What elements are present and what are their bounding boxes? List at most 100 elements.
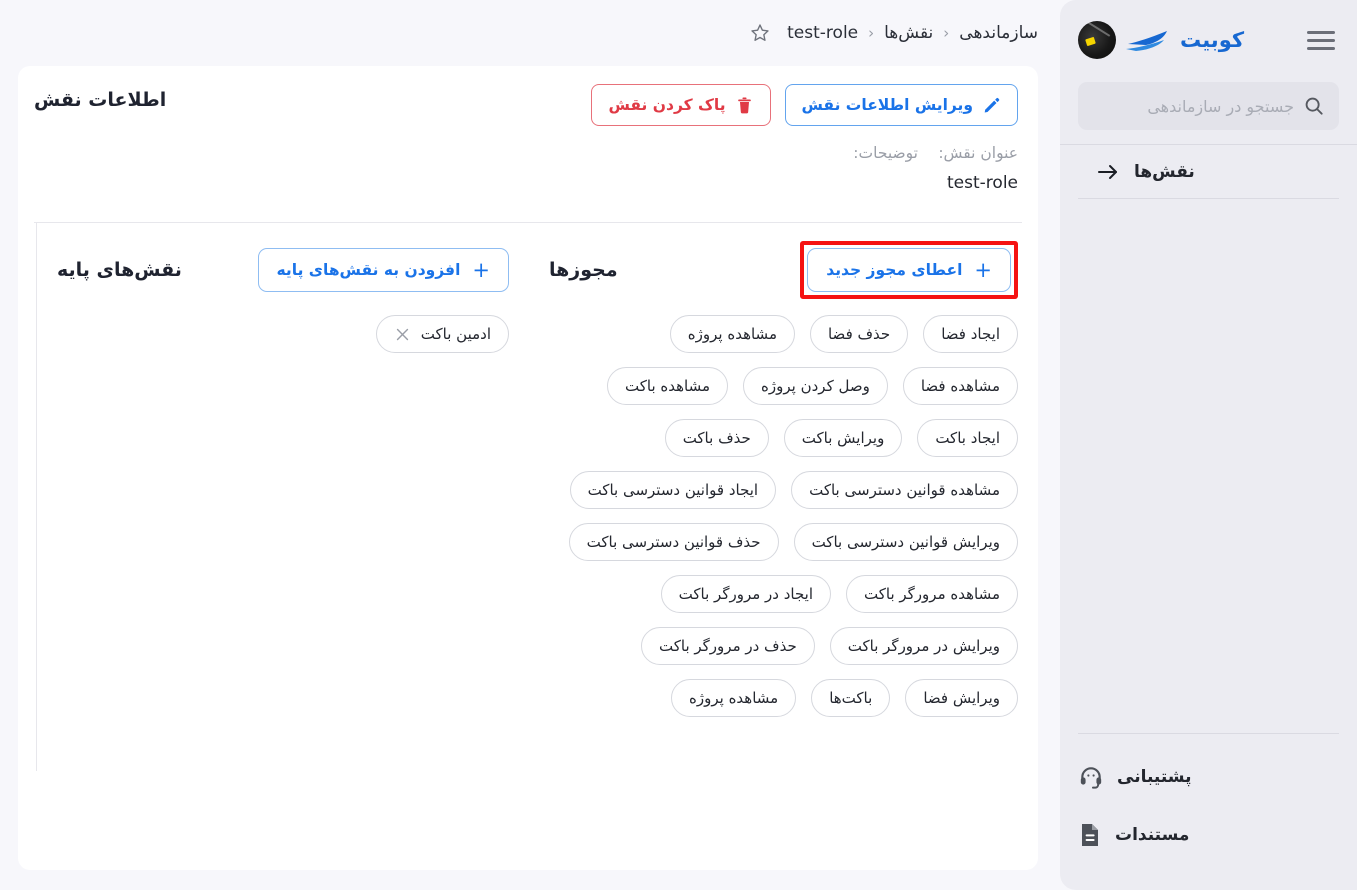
sidebar-footer: پشتیبانی مستندات: [1078, 733, 1339, 890]
sidebar-item-label: نقش‌ها: [1134, 161, 1195, 182]
headset-support-icon: [1080, 767, 1102, 789]
permission-chip-label: مشاهده فضا: [920, 377, 1000, 395]
sidebar-nav: نقش‌ها: [1060, 144, 1357, 199]
permission-chip[interactable]: حذف فضا: [809, 315, 909, 353]
sidebar-item-label: مستندات: [1115, 825, 1190, 845]
search-box[interactable]: [1078, 82, 1339, 130]
permission-chip-label: مشاهده پروژه: [689, 689, 779, 707]
permissions-header: + اعطای مجوز جدید مجوزها: [543, 239, 1024, 301]
permission-chip[interactable]: ویرایش فضا: [905, 679, 1018, 717]
brand[interactable]: کوبیت: [1078, 21, 1244, 59]
add-permission-button[interactable]: + اعطای مجوز جدید: [807, 248, 1011, 292]
edit-role-button[interactable]: ویرایش اطلاعات نقش: [784, 84, 1018, 126]
permission-chip[interactable]: حذف در مرورگر باکت: [641, 627, 815, 665]
permission-chip[interactable]: وصل کردن پروژه: [743, 367, 888, 405]
plus-icon: +: [472, 257, 490, 282]
permission-chip-label: ایجاد قوانین دسترسی باکت: [587, 481, 759, 499]
permission-chip-label: حذف فضا: [827, 325, 891, 343]
permission-chip[interactable]: ایجاد در مرورگر باکت: [660, 575, 831, 613]
breadcrumb-item-current[interactable]: test-role: [787, 23, 858, 43]
permission-chip[interactable]: مشاهده قوانین دسترسی باکت: [791, 471, 1018, 509]
permission-chip[interactable]: مشاهده باکت: [607, 367, 729, 405]
role-actions: ویرایش اطلاعات نقش پاک کردن نقش: [591, 84, 1018, 126]
breadcrumb-separator: ‹: [868, 24, 875, 42]
permission-chip-label: ویرایش فضا: [923, 689, 1000, 707]
hamburger-line: [1307, 30, 1335, 34]
permission-chip[interactable]: مشاهده پروژه: [669, 315, 795, 353]
breadcrumb-separator: ‹: [943, 24, 950, 42]
permission-chip-label: ایجاد فضا: [941, 325, 1000, 343]
sidebar-item-roles[interactable]: نقش‌ها: [1078, 145, 1339, 199]
main-content: سازماندهی ‹ نقش‌ها ‹ test-role ویرایش اط…: [0, 0, 1060, 890]
permission-chip[interactable]: ویرایش در مرورگر باکت: [829, 627, 1018, 665]
permission-chip[interactable]: ایجاد فضا: [923, 315, 1018, 353]
base-role-chip-list: ادمین باکت: [51, 301, 515, 353]
role-info-title: اطلاعات نقش: [34, 89, 167, 111]
plus-icon: +: [974, 257, 992, 282]
permission-chip-label: مشاهده پروژه: [687, 325, 777, 343]
add-base-role-button[interactable]: + افزودن به نقش‌های پایه: [257, 248, 509, 292]
add-permission-label: اعطای مجوز جدید: [826, 261, 963, 279]
permission-chip[interactable]: باکت‌ها: [811, 679, 891, 717]
delete-role-label: پاک کردن نقش: [608, 96, 726, 114]
edit-role-label: ویرایش اطلاعات نقش: [801, 96, 973, 114]
breadcrumb-item-roles[interactable]: نقش‌ها: [884, 23, 933, 43]
pencil-icon: [984, 97, 1000, 112]
base-roles-header: + افزودن به نقش‌های پایه نقش‌های پایه: [51, 239, 515, 301]
hamburger-line: [1307, 38, 1335, 42]
permission-chip[interactable]: ویرایش باکت: [783, 419, 903, 457]
trash-icon: [737, 97, 751, 113]
role-sections: + اعطای مجوز جدید مجوزها ایجاد فضا حذف فض…: [18, 223, 1038, 771]
highlight-annotation: + اعطای مجوز جدید: [800, 241, 1018, 299]
star-outline-icon[interactable]: [749, 22, 771, 44]
document-icon: [1082, 824, 1098, 846]
sidebar-item-docs[interactable]: مستندات: [1078, 806, 1339, 864]
base-role-chip[interactable]: ادمین باکت: [375, 315, 509, 353]
permission-chip-label: وصل کردن پروژه: [761, 377, 870, 395]
permission-chip-label: ویرایش قوانین دسترسی باکت: [811, 533, 1000, 551]
delete-role-button[interactable]: پاک کردن نقش: [591, 84, 771, 126]
permission-chip-label: مشاهده قوانین دسترسی باکت: [809, 481, 1000, 499]
permission-chip-label: ویرایش در مرورگر باکت: [847, 637, 1000, 655]
arrow-right-icon: [1098, 164, 1117, 179]
permission-chip[interactable]: ایجاد باکت: [917, 419, 1018, 457]
base-role-chip-label: ادمین باکت: [420, 325, 491, 343]
permission-chip-list: ایجاد فضا حذف فضا مشاهده پروژه مشاهده فضا وص…: [543, 301, 1024, 717]
brand-name: کوبیت: [1180, 28, 1245, 52]
sidebar-item-support[interactable]: پشتیبانی: [1078, 748, 1339, 806]
role-title-label: عنوان نقش:: [938, 144, 1018, 162]
permission-chip-label: ویرایش باکت: [801, 429, 885, 447]
sidebar-item-label: پشتیبانی: [1117, 767, 1192, 787]
permission-chip[interactable]: ویرایش قوانین دسترسی باکت: [793, 523, 1018, 561]
close-x-icon[interactable]: [394, 326, 411, 343]
role-detail-card: ویرایش اطلاعات نقش پاک کردن نقش اطلاعات …: [18, 66, 1038, 870]
permission-chip[interactable]: ایجاد قوانین دسترسی باکت: [569, 471, 777, 509]
permission-chip[interactable]: مشاهده مرورگر باکت: [846, 575, 1018, 613]
avatar[interactable]: [1078, 21, 1116, 59]
base-roles-section: + افزودن به نقش‌های پایه نقش‌های پایه اد…: [36, 223, 529, 771]
permission-chip[interactable]: حذف باکت: [664, 419, 769, 457]
hamburger-line: [1307, 46, 1335, 50]
permissions-title: مجوزها: [549, 259, 618, 281]
boat-logo-icon: [1126, 31, 1167, 51]
permission-chip[interactable]: حذف قوانین دسترسی باکت: [568, 523, 779, 561]
permission-chip-label: حذف قوانین دسترسی باکت: [586, 533, 761, 551]
sidebar: کوبیت نقش‌ها پشتیبانی: [1060, 0, 1357, 890]
permission-chip[interactable]: مشاهده پروژه: [671, 679, 797, 717]
breadcrumb: سازماندهی ‹ نقش‌ها ‹ test-role: [0, 0, 1060, 66]
sidebar-header: کوبیت: [1060, 0, 1357, 70]
role-title-value: test-role: [947, 173, 1018, 193]
permission-chip[interactable]: مشاهده فضا: [902, 367, 1018, 405]
permission-chip-label: ایجاد در مرورگر باکت: [678, 585, 813, 603]
breadcrumb-item-organization[interactable]: سازماندهی: [959, 23, 1038, 43]
permission-chip-label: حذف در مرورگر باکت: [659, 637, 797, 655]
permission-chip-label: حذف باکت: [682, 429, 751, 447]
hamburger-menu-icon[interactable]: [1307, 27, 1335, 54]
add-base-role-label: افزودن به نقش‌های پایه: [276, 261, 461, 279]
base-roles-title: نقش‌های پایه: [57, 259, 182, 281]
search-input[interactable]: [1092, 96, 1294, 116]
permission-chip-label: باکت‌ها: [829, 689, 873, 707]
role-description-label: توضیحات:: [853, 144, 918, 162]
permission-chip-label: مشاهده مرورگر باکت: [864, 585, 1000, 603]
role-meta: عنوان نقش: test-role توضیحات:: [18, 126, 1038, 200]
